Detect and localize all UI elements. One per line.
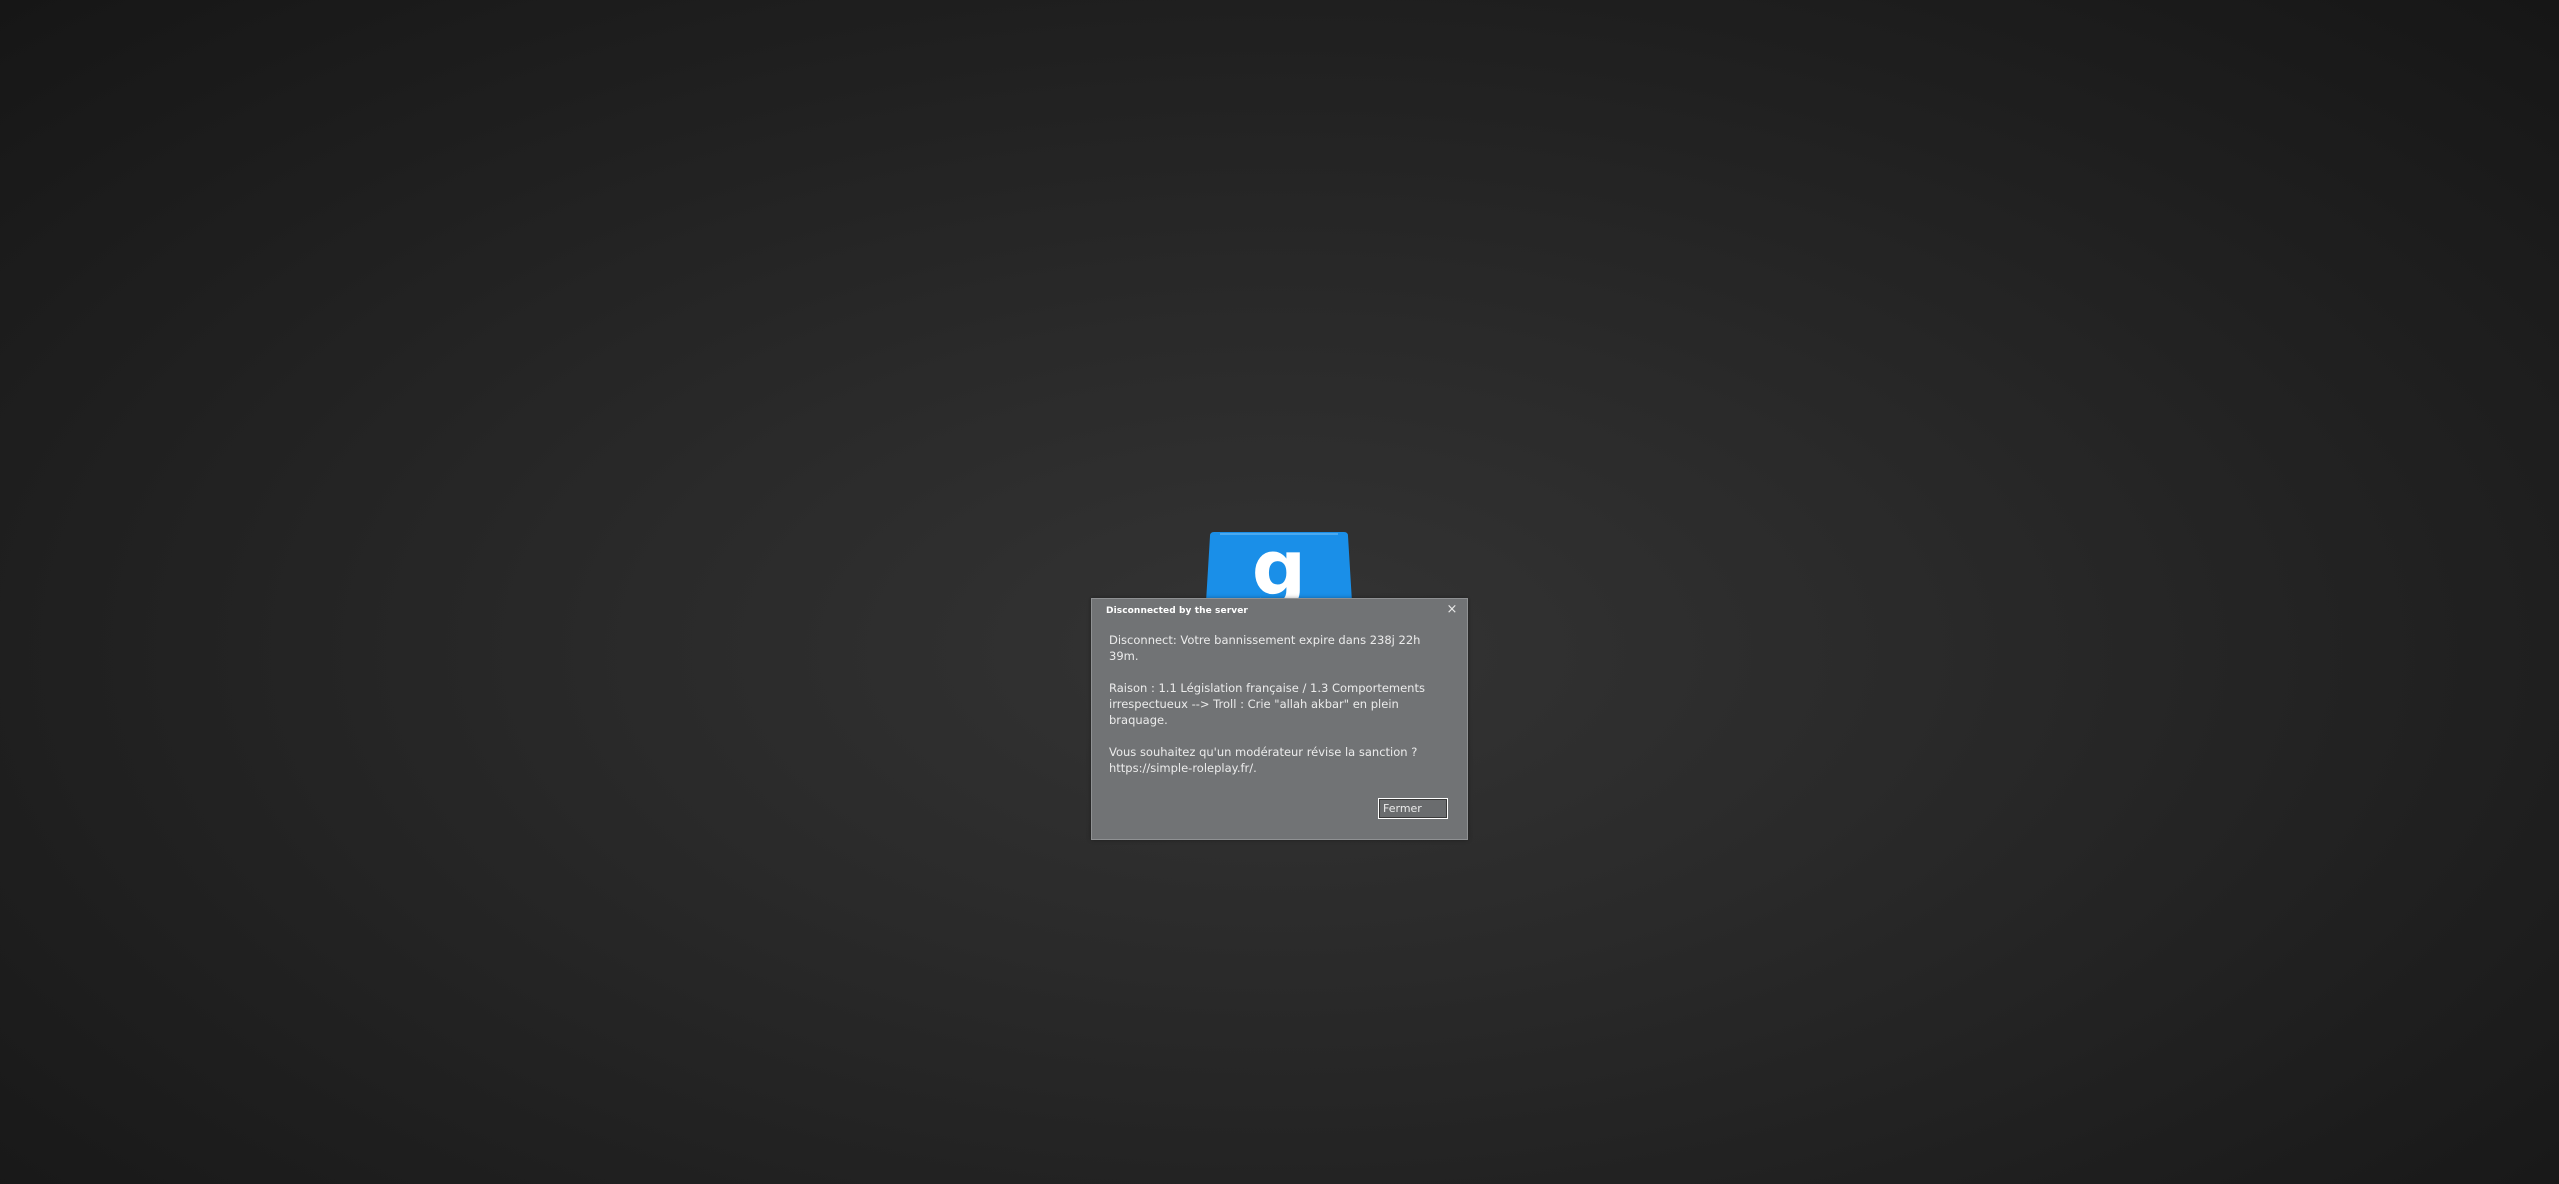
disconnect-dialog: Disconnected by the server × Disconnect:… [1091,598,1468,840]
garrysmod-logo-icon: g [1206,530,1352,602]
dialog-message: Disconnect: Votre bannissement expire da… [1109,632,1439,792]
appeal-text: Vous souhaitez qu'un modérateur révise l… [1109,745,1418,775]
svg-text:g: g [1252,530,1306,602]
ban-expiry-text: Disconnect: Votre bannissement expire da… [1109,633,1421,663]
dialog-title: Disconnected by the server [1106,606,1248,616]
close-icon[interactable]: × [1445,603,1459,617]
ban-reason-text: Raison : 1.1 Législation française / 1.3… [1109,681,1425,727]
close-button[interactable]: Fermer [1378,798,1448,819]
